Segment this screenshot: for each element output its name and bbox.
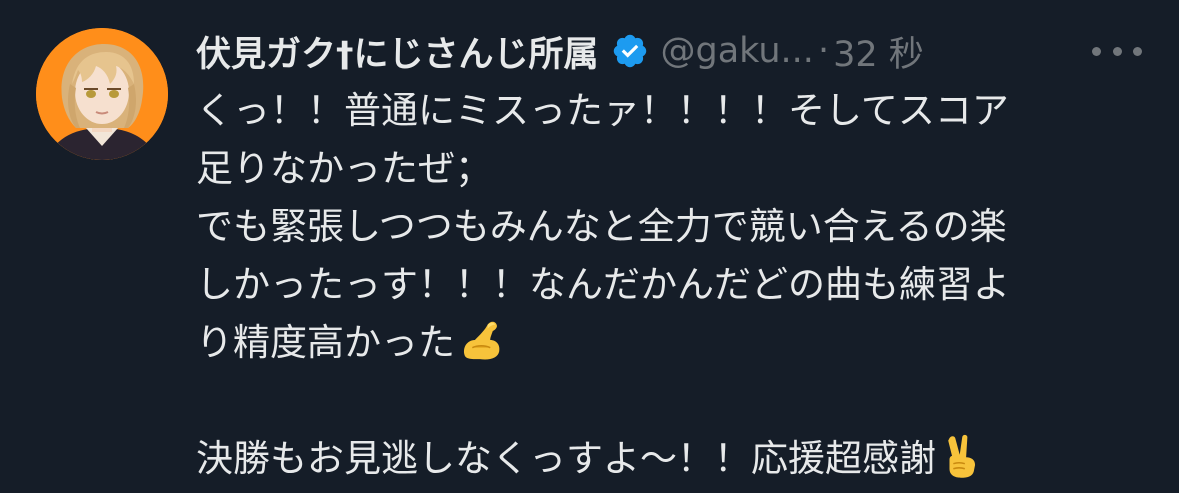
tweet-text-line: くっ！！普通にミスったァ！！！！そしてスコア [196,89,1009,132]
tweet-text-line: 足りなかったぜ； [196,147,492,190]
author-handle[interactable]: @gaku... [661,31,814,71]
tweet-text-segment: り精度高かった [196,321,455,364]
tweet-text-line-with-emoji: 決勝もお見逃しなくっすよ〜！！応援超感謝 [196,430,1156,488]
tweet-text-line: しかったっす！！！なんだかんだどの曲も練習よ [196,263,1010,306]
tweet-text-line: でも緊張しつつもみんなと全力で競い合えるの楽 [196,205,1007,248]
tweet-text-line-with-emoji: り精度高かった [196,314,1156,372]
flexed-biceps-emoji-icon [457,317,503,363]
more-horizontal-icon [1092,46,1101,56]
tweet-text: くっ！！普通にミスったァ！！！！そしてスコア 足りなかったぜ； でも緊張しつつも… [196,82,1156,488]
display-name[interactable]: 伏見ガク†にじさんじ所属 [196,26,599,77]
tweet-card[interactable]: 伏見ガク†にじさんじ所属 @gaku... · 32 秒 くっ！！普通にミスった… [0,0,1179,493]
tweet-timestamp[interactable]: 32 秒 [833,26,924,77]
tweet-header: 伏見ガク†にじさんじ所属 @gaku... · 32 秒 [196,26,924,76]
tweet-text-segment: 決勝もお見逃しなくっすよ〜！！応援超感謝 [196,437,936,480]
victory-hand-emoji-icon [938,433,984,479]
header-separator: · [817,31,830,71]
verified-badge-icon[interactable] [611,32,649,70]
more-options-button[interactable] [1092,38,1142,64]
avatar-image [36,28,168,160]
avatar[interactable] [36,28,168,160]
